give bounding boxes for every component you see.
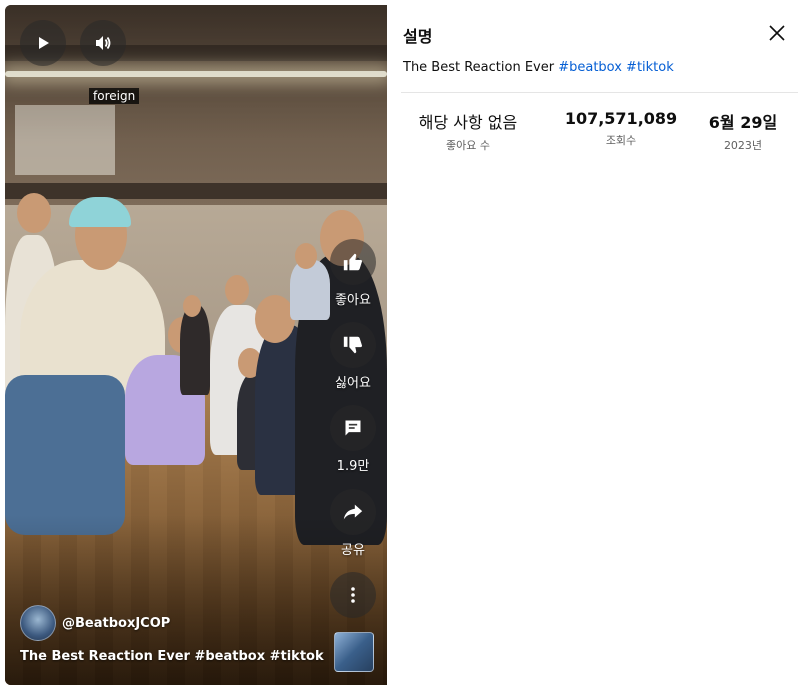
thumbs-down-icon (343, 336, 363, 354)
views-value: 107,571,089 (564, 109, 678, 128)
dislike-button[interactable] (330, 322, 376, 368)
comments-button[interactable] (330, 405, 376, 451)
date-stat: 6월 29일 2023년 (699, 109, 787, 153)
date-value: 6월 29일 (708, 113, 778, 132)
video-title[interactable]: The Best Reaction Ever #beatbox #tiktok (20, 649, 324, 664)
panel-title: 설명 (403, 27, 433, 46)
shorts-video-player[interactable]: foreign 좋아요 싫어요 1.9만 공유 @BeatboxJCOP The… (5, 5, 387, 685)
divider (401, 92, 798, 93)
views-stat: 107,571,089 조회수 (561, 109, 681, 148)
comments-count: 1.9만 (336, 459, 370, 474)
like-button[interactable] (330, 239, 376, 285)
views-label: 조회수 (605, 134, 637, 147)
channel-info[interactable]: @BeatboxJCOP (20, 605, 170, 641)
caption-label: foreign (89, 88, 140, 104)
volume-button[interactable] (80, 20, 126, 66)
play-icon (39, 37, 49, 49)
video-hashtags[interactable]: #beatbox #tiktok (194, 649, 323, 664)
share-label: 공유 (341, 543, 365, 558)
comments-action[interactable]: 1.9만 (330, 405, 376, 474)
dislike-action[interactable]: 싫어요 (330, 322, 376, 391)
dislike-label: 싫어요 (335, 376, 371, 391)
like-label: 좋아요 (335, 293, 371, 308)
more-vertical-icon (351, 587, 355, 603)
likes-stat: 해당 사항 없음 좋아요 수 (403, 109, 533, 153)
like-action[interactable]: 좋아요 (330, 239, 376, 308)
likes-label: 좋아요 수 (446, 139, 490, 152)
sound-thumbnail[interactable] (334, 632, 374, 672)
share-action[interactable]: 공유 (330, 489, 376, 558)
description-panel: 설명 The Best Reaction Ever #beatbox #tikt… (387, 5, 800, 685)
play-button[interactable] (20, 20, 66, 66)
channel-name[interactable]: @BeatboxJCOP (62, 616, 170, 631)
more-options-button[interactable] (330, 572, 376, 618)
likes-value: 해당 사항 없음 (418, 113, 518, 132)
comment-icon (345, 420, 361, 436)
volume-icon (96, 36, 111, 50)
thumbs-up-icon (343, 253, 363, 271)
share-button[interactable] (330, 489, 376, 535)
share-icon (343, 504, 363, 520)
year-label: 2023년 (723, 139, 763, 152)
close-icon (769, 25, 785, 41)
close-button[interactable] (765, 21, 789, 45)
channel-avatar[interactable] (20, 605, 56, 641)
description-text: The Best Reaction Ever #beatbox #tiktok (403, 60, 674, 75)
description-hashtags[interactable]: #beatbox #tiktok (558, 60, 674, 75)
